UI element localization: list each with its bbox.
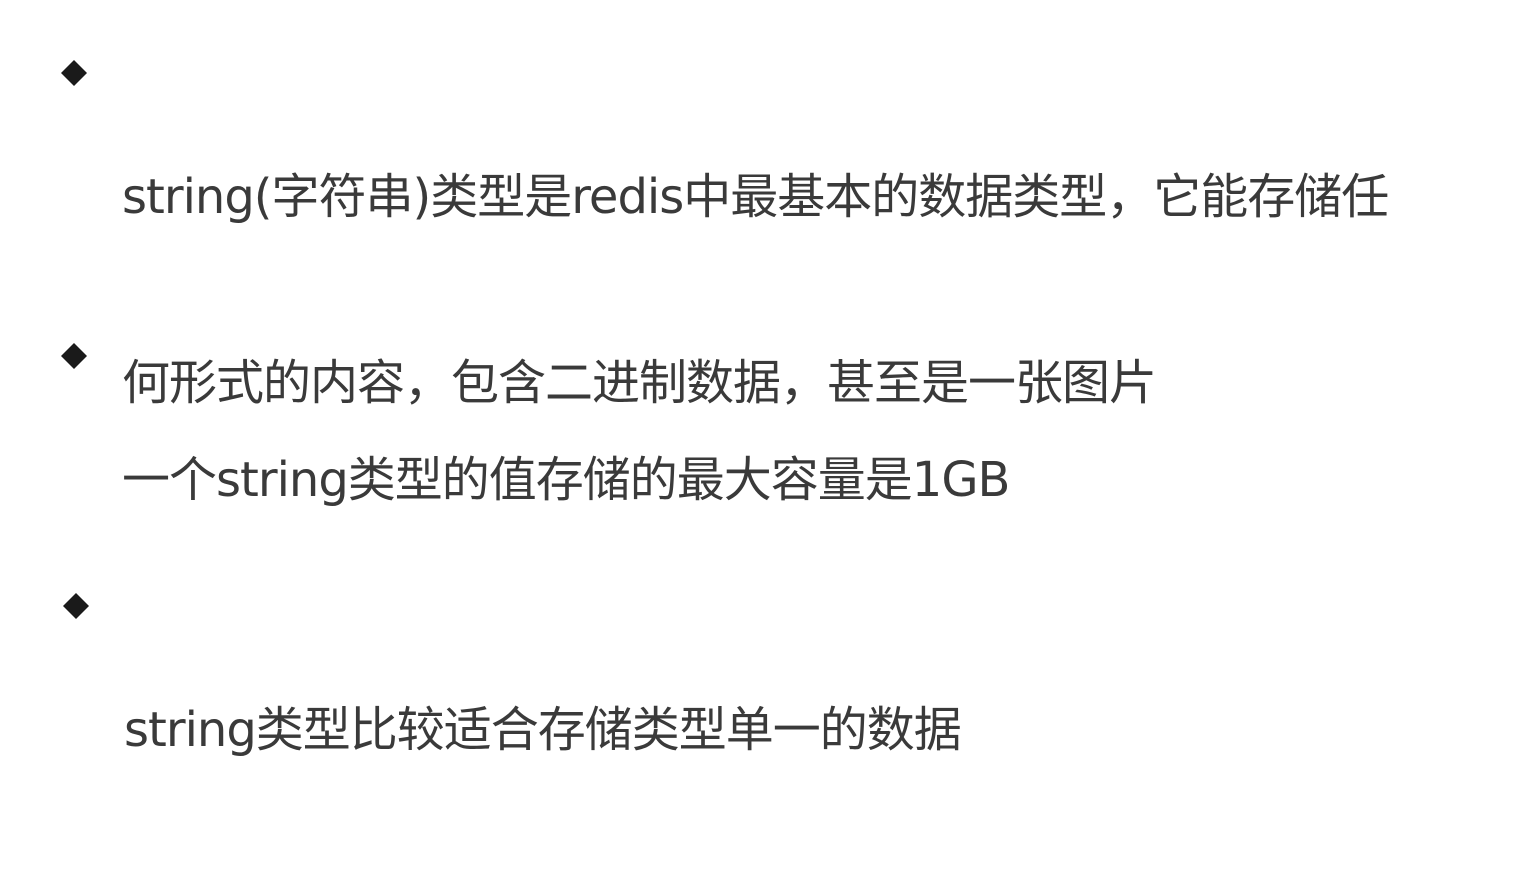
bullet-text-line: string(字符串)类型是redis中最基本的数据类型，它能存储任 [122, 169, 1389, 225]
slide: string(字符串)类型是redis中最基本的数据类型，它能存储任 何形式的内… [0, 0, 1540, 758]
bullet-text: string类型比较适合存储类型单一的数据 [124, 575, 962, 885]
diamond-bullet-icon [61, 343, 87, 369]
diamond-bullet-icon [63, 593, 89, 619]
bullet-text-line: 一个string类型的值存储的最大容量是1GB [122, 452, 1010, 508]
bullet-text-line: string类型比较适合存储类型单一的数据 [124, 702, 962, 758]
diamond-bullet-icon [61, 60, 87, 86]
bullet-item: string类型比较适合存储类型单一的数据 [62, 575, 1522, 885]
